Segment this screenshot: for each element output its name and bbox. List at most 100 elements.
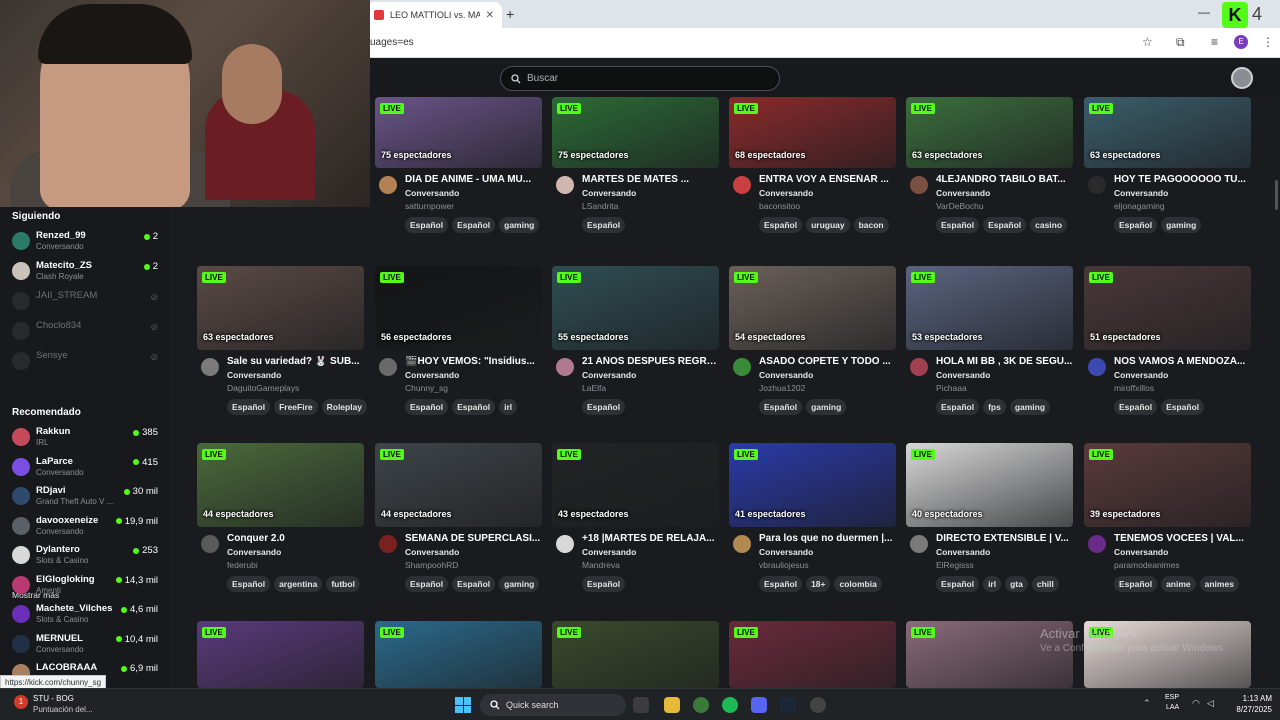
streamer-name[interactable]: satturnpower xyxy=(405,201,454,211)
browser-profile-avatar[interactable]: E xyxy=(1234,35,1248,49)
stream-tag[interactable]: Español xyxy=(405,576,449,592)
streamer-avatar[interactable] xyxy=(201,535,219,553)
stream-card[interactable]: LIVE 63 espectadores HOY TE PAGOOOOOO TU..… xyxy=(1084,84,1251,234)
sidebar-recommended-item[interactable]: davooxeneize Conversando 19,9 mil xyxy=(12,514,162,540)
weather-title[interactable]: STU - BOG xyxy=(33,694,74,703)
stream-tag[interactable]: Español xyxy=(936,576,980,592)
stream-category[interactable]: Conversando xyxy=(405,547,459,557)
stream-tag[interactable]: Español xyxy=(983,217,1027,233)
task-view-icon[interactable] xyxy=(633,697,649,713)
stream-thumbnail[interactable]: LIVE 75 espectadores xyxy=(375,97,542,168)
stream-card[interactable]: LIVE 63 espectadores Sale su variedad? 🐰 S… xyxy=(197,266,368,416)
streamer-name[interactable]: Jozhua1202 xyxy=(759,383,805,393)
stream-thumbnail[interactable]: LIVE 75 espectadores xyxy=(552,97,719,168)
stream-tag[interactable]: uruguay xyxy=(806,217,850,233)
stream-tag[interactable]: Español xyxy=(1114,576,1158,592)
streamer-name[interactable]: LSandrita xyxy=(582,201,618,211)
stream-tag[interactable]: Español xyxy=(452,217,496,233)
stream-card[interactable]: LIVE 51 espectadores NOS VAMOS A MENDOZA..… xyxy=(1084,266,1251,416)
streamer-name[interactable]: Mandreva xyxy=(582,560,620,570)
stream-tag[interactable]: gaming xyxy=(499,576,540,592)
stream-card[interactable]: LIVE 75 espectadores MARTES DE MATES ... Co… xyxy=(552,84,719,234)
stream-card[interactable]: LIVE 40 espectadores DIRECTO EXTENSIBLE | … xyxy=(906,443,1073,593)
discord-icon[interactable] xyxy=(751,697,767,713)
stream-tag[interactable]: 18+ xyxy=(806,576,831,592)
streamer-avatar[interactable] xyxy=(556,358,574,376)
stream-tag[interactable]: Español xyxy=(227,576,271,592)
stream-card[interactable]: LIVE 56 espectadores 🎬HOY VEMOS: "Insidius… xyxy=(375,266,542,416)
stream-category[interactable]: Conversando xyxy=(582,547,636,557)
streamer-name[interactable]: LaElfa xyxy=(582,383,606,393)
browser-menu-icon[interactable]: ⋮ xyxy=(1262,35,1274,49)
sidebar-following-item[interactable]: JAII_STREAM ⊘ xyxy=(12,289,162,315)
sidebar-recommended-item[interactable]: LaParce Conversando 415 xyxy=(12,455,162,481)
stream-tag[interactable]: Español xyxy=(759,576,803,592)
stream-category[interactable]: Conversando xyxy=(936,370,990,380)
stream-thumbnail[interactable]: LIVE 53 espectadores xyxy=(906,266,1073,350)
streamer-name[interactable]: Pichaaa xyxy=(936,383,967,393)
stream-category[interactable]: Conversando xyxy=(227,370,281,380)
sidebar-following-item[interactable]: Matecito_ZS Clash Royale 2 xyxy=(12,259,162,285)
address-bar[interactable]: uages=es xyxy=(370,37,414,48)
steam-icon[interactable] xyxy=(780,697,796,713)
stream-category[interactable]: Conversando xyxy=(936,547,990,557)
stream-category[interactable]: Conversando xyxy=(1114,370,1168,380)
stream-card[interactable]: LIVE 41 espectadores Para los que no duerm… xyxy=(729,443,896,593)
kick-extension-icon[interactable]: K xyxy=(1222,2,1248,28)
stream-thumbnail[interactable]: LIVE xyxy=(197,621,364,688)
stream-tag[interactable]: Español xyxy=(582,217,626,233)
stream-category[interactable]: Conversando xyxy=(1114,547,1168,557)
sidebar-following-item[interactable]: Choclo834 ⊘ xyxy=(12,319,162,345)
stream-title[interactable]: DIRECTO EXTENSIBLE | V... xyxy=(936,533,1073,544)
file-explorer-icon[interactable] xyxy=(664,697,680,713)
stream-thumbnail[interactable]: LIVE xyxy=(729,621,896,688)
streamer-name[interactable]: eljonagaming xyxy=(1114,201,1165,211)
stream-tag[interactable]: Español xyxy=(936,217,980,233)
stream-title[interactable]: 4LEJANDRO TABILO BAT... xyxy=(936,174,1073,185)
windows-start-icon[interactable] xyxy=(455,697,471,713)
stream-tag[interactable]: anime xyxy=(1161,576,1196,592)
streamer-avatar[interactable] xyxy=(733,535,751,553)
sidebar-recommended-item[interactable]: ElGlogloking Amenti 14,3 mil xyxy=(12,573,162,599)
stream-title[interactable]: NOS VAMOS A MENDOZA... xyxy=(1114,356,1251,367)
weather-icon[interactable]: 1 xyxy=(14,695,28,709)
stream-thumbnail[interactable]: LIVE 54 espectadores xyxy=(729,266,896,350)
tab-close-icon[interactable]: ✕ xyxy=(486,10,494,21)
stream-title[interactable]: TENEMOS VOCEES | VAL... xyxy=(1114,533,1251,544)
stream-category[interactable]: Conversando xyxy=(227,547,281,557)
stream-card[interactable]: LIVE 68 espectadores ENTRA VOY A ENSEÑAR .… xyxy=(729,84,896,234)
stream-card[interactable]: LIVE 75 espectadores DIA DE ANIME - UMA MU… xyxy=(375,84,542,234)
stream-tag[interactable]: colombia xyxy=(834,576,882,592)
streamer-name[interactable]: Chunny_sg xyxy=(405,383,448,393)
stream-tag[interactable]: Español xyxy=(582,576,626,592)
streamer-avatar[interactable] xyxy=(556,176,574,194)
streamer-name[interactable]: ElRegisss xyxy=(936,560,974,570)
bookmark-star-icon[interactable]: ☆ xyxy=(1142,35,1153,49)
stream-card[interactable]: LIVE 55 espectadores 21 AÑOS DESPUES REGRE… xyxy=(552,266,719,416)
stream-tag[interactable]: bacon xyxy=(853,217,889,233)
streamer-avatar[interactable] xyxy=(1088,535,1106,553)
stream-thumbnail[interactable]: LIVE 51 espectadores xyxy=(1084,266,1251,350)
stream-tag[interactable]: gta xyxy=(1005,576,1028,592)
stream-category[interactable]: Conversando xyxy=(405,188,459,198)
stream-title[interactable]: MARTES DE MATES ... xyxy=(582,174,719,185)
stream-category[interactable]: Conversando xyxy=(405,370,459,380)
taskbar-search[interactable]: Quick search xyxy=(480,694,626,716)
stream-tag[interactable]: gaming xyxy=(499,217,540,233)
streamer-name[interactable]: baconsitoo xyxy=(759,201,800,211)
sidebar-recommended-item[interactable]: Dylantero Slots & Casino 253 xyxy=(12,543,162,569)
streamer-avatar[interactable] xyxy=(910,535,928,553)
streamer-avatar[interactable] xyxy=(733,358,751,376)
stream-tag[interactable]: futbol xyxy=(326,576,360,592)
stream-card[interactable]: LIVE 54 espectadores ASADO COPETE Y TODO .… xyxy=(729,266,896,416)
stream-title[interactable]: DIA DE ANIME - UMA MU... xyxy=(405,174,542,185)
spotify-icon[interactable] xyxy=(722,697,738,713)
minimize-icon[interactable]: — xyxy=(1198,5,1210,19)
language-indicator[interactable]: ESP xyxy=(1165,694,1179,701)
stream-card[interactable]: LIVE 43 espectadores +18 |MARTES DE RELAJA… xyxy=(552,443,719,593)
stream-category[interactable]: Conversando xyxy=(582,188,636,198)
streamer-avatar[interactable] xyxy=(910,358,928,376)
stream-tag[interactable]: Español xyxy=(1114,399,1158,415)
stream-tag[interactable]: Español xyxy=(452,576,496,592)
stream-category[interactable]: Conversando xyxy=(759,547,813,557)
